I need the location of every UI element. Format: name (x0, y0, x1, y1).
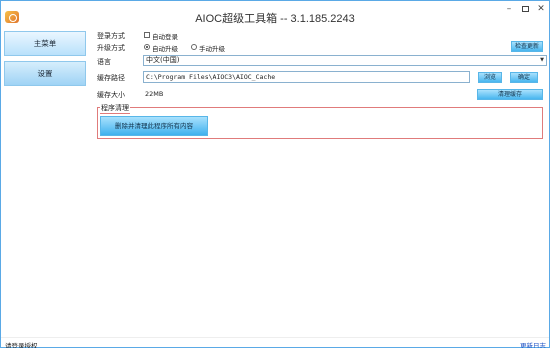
sidebar-item-main-menu[interactable]: 主菜单 (4, 31, 86, 56)
cache-path-input[interactable]: C:\Program Files\AIOC3\AIOC_Cache (143, 71, 470, 83)
chevron-down-icon: ▼ (540, 57, 544, 63)
settings-panel: 登录方式 自动登录 升级方式 自动升级 手动升级 检查更新 语言 中文(中国) … (95, 29, 547, 329)
check-update-button[interactable]: 检查更新 (511, 41, 543, 52)
maximize-button[interactable] (518, 3, 532, 15)
browse-button[interactable]: 浏览 (478, 72, 502, 83)
upgrade-mode-label: 升级方式 (97, 44, 125, 52)
auto-upgrade-radio[interactable] (144, 44, 150, 50)
status-bar: 请登录授权 更新日志 (1, 337, 549, 348)
auto-upgrade-label: 自动升级 (152, 45, 178, 53)
window-title: AIOC超级工具箱 -- 3.1.185.2243 (195, 13, 355, 25)
manual-upgrade-radio[interactable] (191, 44, 197, 50)
minimize-button[interactable]: – (502, 3, 516, 15)
delete-all-button[interactable]: 删除并清理此程序所有内容 (100, 116, 208, 136)
language-value: 中文(中国) (146, 56, 180, 64)
close-button[interactable]: ✕ (534, 3, 548, 15)
sidebar-item-settings[interactable]: 设置 (4, 61, 86, 86)
language-label: 语言 (97, 58, 111, 66)
cache-size-label: 缓存大小 (97, 91, 125, 99)
cache-path-label: 缓存路径 (97, 74, 125, 82)
manual-upgrade-label: 手动升级 (199, 45, 225, 53)
login-auth-status[interactable]: 请登录授权 (5, 340, 38, 348)
changelog-link[interactable]: 更新日志 (520, 340, 546, 348)
confirm-button[interactable]: 确定 (510, 72, 538, 83)
clear-cache-button[interactable]: 清理缓存 (477, 89, 543, 100)
auto-login-label: 自动登录 (152, 33, 178, 41)
sidebar: 主菜单 设置 (4, 31, 86, 331)
app-window: AIOC超级工具箱 -- 3.1.185.2243 – ✕ 主菜单 设置 登录方… (0, 0, 550, 348)
program-cleanup-title: 程序清理 (100, 103, 130, 114)
auto-login-checkbox[interactable] (144, 32, 150, 38)
cache-size-value: 22MB (145, 90, 164, 98)
program-cleanup-group: 程序清理 删除并清理此程序所有内容 (97, 103, 543, 139)
login-mode-label: 登录方式 (97, 32, 125, 40)
language-select[interactable]: 中文(中国) ▼ (143, 55, 547, 66)
maximize-icon (521, 6, 529, 12)
title-bar: AIOC超级工具箱 -- 3.1.185.2243 – ✕ (1, 1, 549, 31)
